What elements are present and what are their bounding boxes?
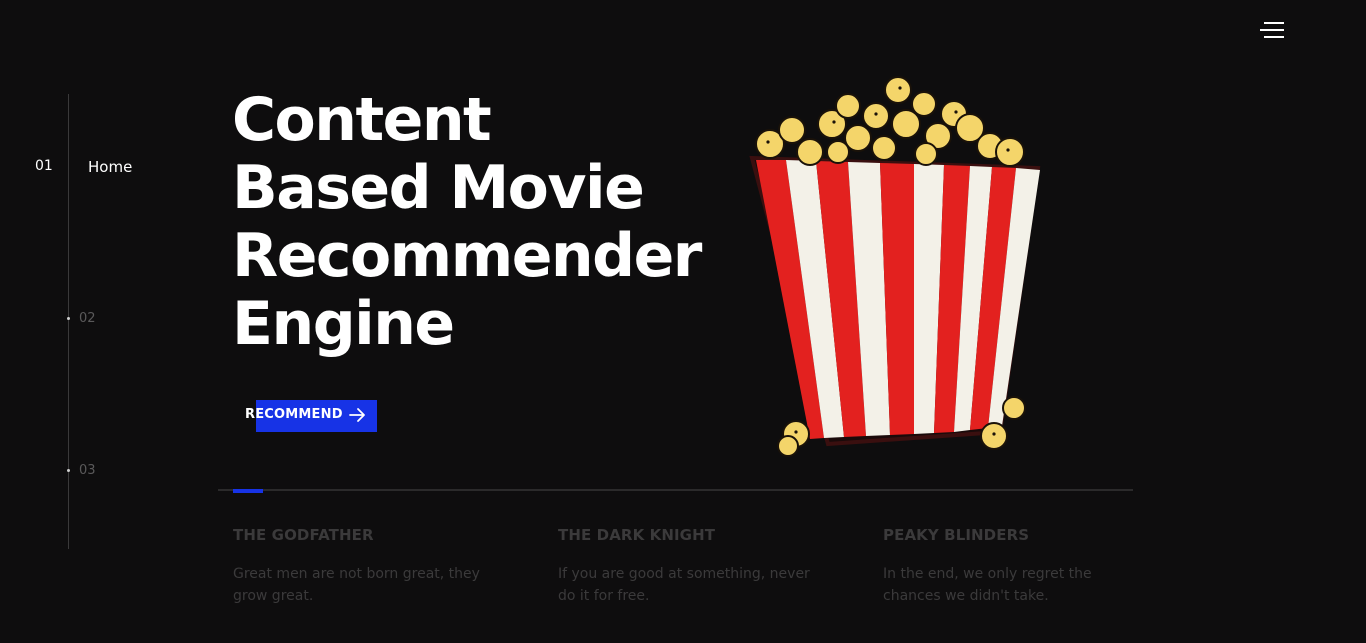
nav-item-number: 02 xyxy=(79,311,96,326)
popcorn-bucket-illustration xyxy=(749,76,1041,457)
quote-card-dark-knight: THE DARK KNIGHT If you are good at somet… xyxy=(558,526,818,607)
section-divider xyxy=(218,489,1133,491)
nav-item-label: Home xyxy=(88,158,133,176)
hero-title-line: Content xyxy=(232,85,492,155)
hero-title-line: Based Movie xyxy=(232,153,645,223)
page: 01 Home 02 03 Content Based Movie Recomm… xyxy=(0,0,1366,643)
hero-title-line: Engine xyxy=(232,289,455,359)
quote-title: THE GODFATHER xyxy=(233,526,374,544)
quote-card-godfather: THE GODFATHER Great men are not born gre… xyxy=(233,526,493,607)
arrow-right-icon[interactable] xyxy=(349,407,367,423)
quote-text: Great men are not born great, they grow … xyxy=(233,566,480,604)
quote-text: If you are good at something, never do i… xyxy=(558,566,810,604)
hero-title-line: Recommender xyxy=(232,221,702,291)
hero-title: Content Based Movie Recommender Engine xyxy=(232,86,772,358)
quote-title: PEAKY BLINDERS xyxy=(883,526,1030,544)
quote-title: THE DARK KNIGHT xyxy=(558,526,716,544)
recommend-button-label[interactable]: RECOMMEND xyxy=(245,407,343,422)
nav-timeline-line xyxy=(68,94,69,549)
nav-dot xyxy=(67,469,70,472)
nav-item-number: 03 xyxy=(79,463,96,478)
quote-text: In the end, we only regret the chances w… xyxy=(883,566,1092,604)
nav-item-number: 01 xyxy=(35,158,53,174)
quote-card-peaky-blinders: PEAKY BLINDERS In the end, we only regre… xyxy=(883,526,1143,607)
nav-dot xyxy=(67,317,70,320)
progress-indicator xyxy=(233,489,263,493)
hamburger-menu-icon[interactable] xyxy=(1258,20,1286,42)
